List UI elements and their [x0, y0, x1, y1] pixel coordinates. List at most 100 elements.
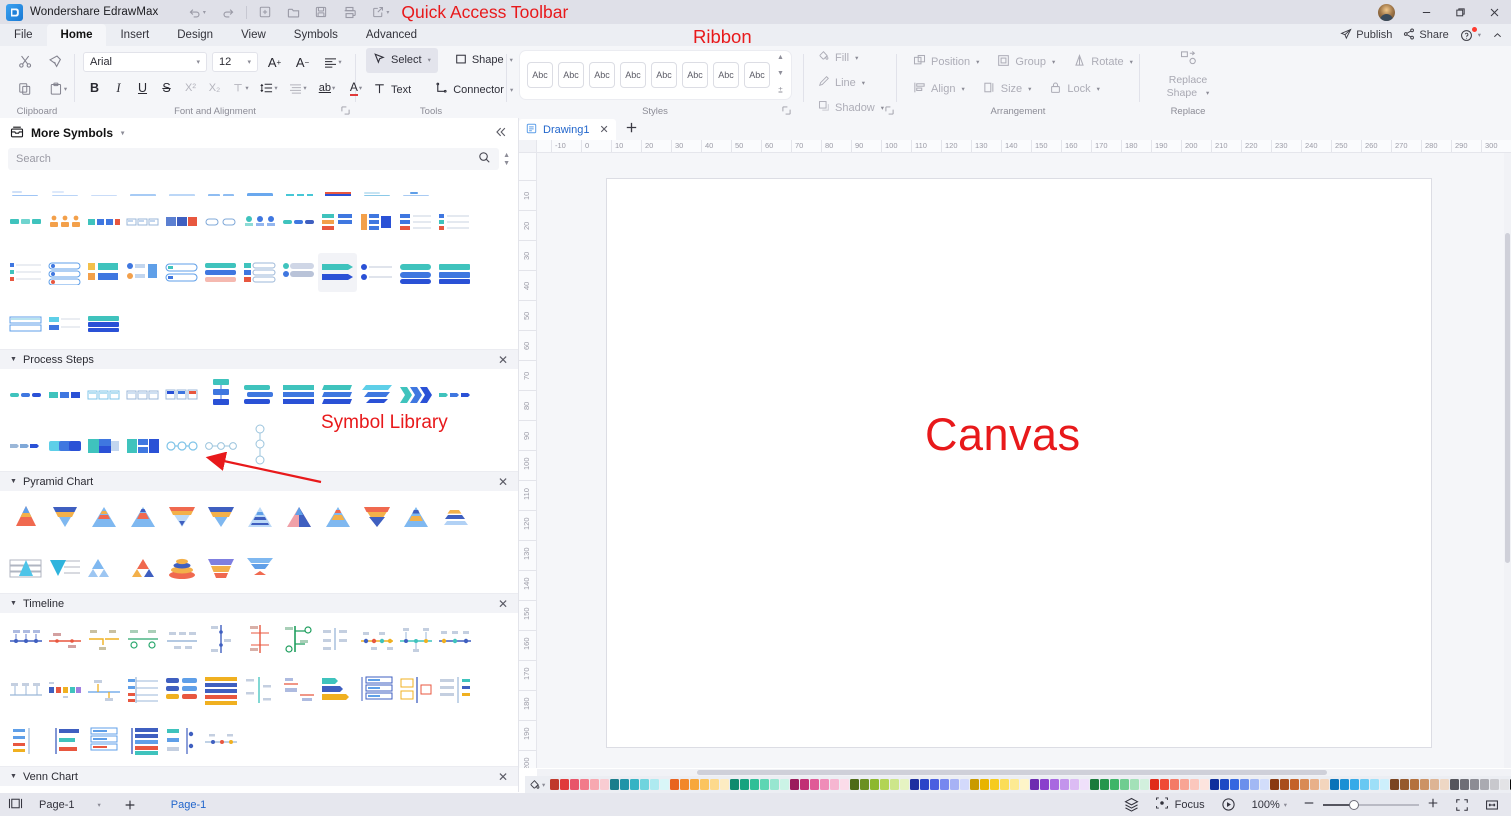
library-section-process-steps[interactable]: ▼ Process Steps ✕ [0, 349, 518, 369]
style-chip[interactable]: Abc [589, 62, 615, 88]
color-swatch[interactable] [1230, 779, 1240, 790]
style-chip[interactable]: Abc [713, 62, 739, 88]
color-swatch[interactable] [870, 779, 880, 790]
symbol-item[interactable] [162, 202, 201, 241]
align-menu-button[interactable]: Align ▾ [907, 77, 971, 100]
symbol-item[interactable] [396, 375, 435, 414]
symbol-item[interactable] [240, 619, 279, 658]
tab-symbols[interactable]: Symbols [280, 24, 352, 46]
symbol-item[interactable] [123, 202, 162, 241]
symbol-item[interactable] [201, 253, 240, 292]
search-icon[interactable] [478, 151, 491, 167]
symbol-item[interactable] [357, 202, 396, 241]
scissors-icon[interactable] [10, 47, 40, 75]
symbol-item[interactable] [45, 670, 84, 709]
collapse-panel-icon[interactable] [494, 125, 508, 142]
symbol-item[interactable] [6, 375, 45, 414]
symbol-item[interactable] [6, 721, 45, 760]
color-swatch[interactable] [1400, 779, 1410, 790]
color-swatch[interactable] [1010, 779, 1020, 790]
focus-button[interactable]: Focus [1147, 796, 1213, 813]
color-swatch[interactable] [1050, 779, 1060, 790]
color-swatch[interactable] [800, 779, 810, 790]
increase-font-size-icon[interactable]: A + [263, 51, 286, 73]
drawing-page[interactable]: Canvas [606, 178, 1432, 748]
styles-scroll-down-icon[interactable]: ▼ [777, 70, 784, 77]
color-swatch[interactable] [1410, 779, 1420, 790]
color-swatch[interactable] [840, 779, 850, 790]
color-swatch[interactable] [1440, 779, 1450, 790]
symbol-item[interactable] [123, 174, 162, 196]
symbol-item[interactable] [435, 670, 474, 709]
symbol-item[interactable] [123, 721, 162, 760]
color-swatch[interactable] [1360, 779, 1370, 790]
line-spacing-icon[interactable]: ▾ [255, 77, 283, 99]
color-swatch[interactable] [910, 779, 920, 790]
superscript-button[interactable]: X² [179, 77, 202, 99]
lock-menu-button[interactable]: Lock ▾ [1043, 77, 1106, 100]
color-swatch[interactable] [630, 779, 640, 790]
color-swatch[interactable] [900, 779, 910, 790]
symbol-item[interactable] [84, 253, 123, 292]
symbol-item[interactable] [318, 619, 357, 658]
color-swatch[interactable] [1240, 779, 1250, 790]
symbol-item[interactable] [123, 253, 162, 292]
color-swatch[interactable] [920, 779, 930, 790]
symbol-item[interactable] [45, 721, 84, 760]
color-swatches[interactable] [550, 779, 1511, 790]
symbol-item[interactable] [123, 619, 162, 658]
symbol-item[interactable] [84, 375, 123, 414]
symbol-item[interactable] [435, 253, 474, 292]
new-tab-icon[interactable] [624, 120, 639, 139]
color-swatch[interactable] [650, 779, 660, 790]
paste-icon[interactable]: ▾ [40, 75, 76, 103]
chevron-up-icon[interactable] [1488, 30, 1507, 41]
color-swatch[interactable] [1270, 779, 1280, 790]
color-swatch[interactable] [1280, 779, 1290, 790]
symbol-item[interactable] [84, 426, 123, 465]
font-dialog-launcher-icon[interactable] [341, 106, 350, 117]
symbol-item[interactable] [84, 670, 123, 709]
style-chip[interactable]: Abc [558, 62, 584, 88]
symbol-item[interactable] [318, 670, 357, 709]
symbol-item[interactable] [396, 202, 435, 241]
save-icon[interactable] [308, 2, 334, 23]
symbol-item[interactable] [240, 174, 279, 196]
close-icon[interactable]: ✕ [498, 770, 508, 784]
clear-formatting-icon[interactable]: ▾ [227, 77, 254, 99]
color-swatch[interactable] [1250, 779, 1260, 790]
style-chip[interactable]: Abc [527, 62, 553, 88]
library-section-venn-chart[interactable]: ▼ Venn Chart ✕ [0, 766, 518, 786]
symbol-item[interactable] [279, 253, 318, 292]
subscript-button[interactable]: X₂ [203, 77, 226, 99]
color-swatch[interactable] [1180, 779, 1190, 790]
share-button[interactable]: Share [1399, 28, 1452, 43]
color-swatch[interactable] [740, 779, 750, 790]
symbol-item[interactable] [6, 548, 45, 587]
tab-design[interactable]: Design [163, 24, 227, 46]
open-folder-icon[interactable] [280, 2, 306, 23]
symbol-item[interactable] [396, 253, 435, 292]
tab-advanced[interactable]: Advanced [352, 24, 431, 46]
color-swatch[interactable] [1220, 779, 1230, 790]
fill-menu-button[interactable]: Fill ▾ [812, 46, 890, 69]
zoom-out-icon[interactable] [1303, 797, 1315, 812]
symbol-item[interactable] [279, 497, 318, 536]
symbol-item[interactable] [45, 426, 84, 465]
export-share-icon[interactable]: ▾ [364, 2, 397, 23]
color-swatch[interactable] [820, 779, 830, 790]
color-swatch[interactable] [1110, 779, 1120, 790]
symbol-item[interactable] [201, 375, 240, 414]
chevron-down-icon[interactable]: ▼ [10, 478, 17, 485]
color-swatch[interactable] [1480, 779, 1490, 790]
color-swatch[interactable] [560, 779, 570, 790]
bold-button[interactable]: B [83, 77, 106, 99]
bullet-list-icon[interactable]: ▾ [284, 77, 312, 99]
rotate-menu-button[interactable]: Rotate ▾ [1067, 50, 1139, 73]
color-swatch[interactable] [890, 779, 900, 790]
symbol-item[interactable] [6, 174, 45, 196]
symbol-item[interactable] [396, 497, 435, 536]
select-tool-button[interactable]: Select ▾ [366, 47, 438, 73]
color-swatch[interactable] [860, 779, 870, 790]
close-icon[interactable]: ✕ [498, 475, 508, 489]
